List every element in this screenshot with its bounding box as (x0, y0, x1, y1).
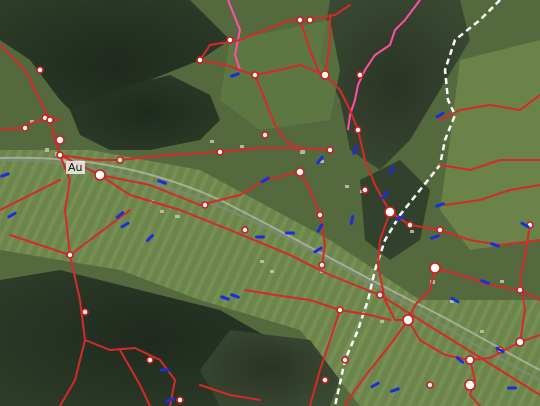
trail-node[interactable] (356, 71, 364, 79)
trail-node[interactable] (116, 156, 124, 164)
trail-node[interactable] (361, 186, 369, 194)
trail-node[interactable] (201, 201, 209, 209)
trail-node[interactable] (241, 226, 249, 234)
place-label-au: Au (66, 161, 85, 174)
trail-node[interactable] (295, 167, 305, 177)
blue-dash-marker-icon[interactable] (507, 386, 517, 390)
trail-node[interactable] (465, 355, 475, 365)
trail-node[interactable] (429, 262, 441, 274)
trail-node[interactable] (326, 146, 334, 154)
trail-node[interactable] (426, 381, 434, 389)
trail-node[interactable] (464, 379, 476, 391)
blue-dash-marker-icon[interactable] (160, 368, 170, 372)
trail-node[interactable] (21, 124, 29, 132)
trail-node[interactable] (402, 314, 414, 326)
trail-node[interactable] (321, 376, 329, 384)
trail-node[interactable] (306, 16, 314, 24)
trail-node[interactable] (216, 148, 224, 156)
trail-node[interactable] (296, 16, 304, 24)
trail-node[interactable] (46, 116, 54, 124)
trail-node[interactable] (341, 356, 349, 364)
trail-node[interactable] (55, 135, 65, 145)
trail-node[interactable] (406, 221, 414, 229)
blue-dash-marker-icon[interactable] (285, 231, 295, 235)
trail-node[interactable] (354, 126, 362, 134)
trail-node[interactable] (515, 337, 525, 347)
trail-node[interactable] (320, 70, 330, 80)
trail-node[interactable] (318, 261, 326, 269)
trail-node[interactable] (81, 308, 89, 316)
trail-node[interactable] (146, 356, 154, 364)
trail-node[interactable] (516, 286, 524, 294)
trail-node[interactable] (261, 131, 269, 139)
map-view[interactable]: Au (0, 0, 540, 406)
trail-node[interactable] (336, 306, 344, 314)
trail-node[interactable] (196, 56, 204, 64)
trail-node[interactable] (66, 251, 74, 259)
trail-node[interactable] (436, 226, 444, 234)
trail-node[interactable] (94, 169, 106, 181)
trail-node[interactable] (376, 291, 384, 299)
trail-node[interactable] (36, 66, 44, 74)
trail-node[interactable] (384, 206, 396, 218)
trail-node[interactable] (56, 151, 64, 159)
trail-node[interactable] (251, 71, 259, 79)
blue-dash-marker-icon[interactable] (255, 235, 265, 239)
map-canvas[interactable] (0, 0, 540, 406)
trail-node[interactable] (316, 211, 324, 219)
trail-node[interactable] (176, 396, 184, 404)
trail-node[interactable] (226, 36, 234, 44)
